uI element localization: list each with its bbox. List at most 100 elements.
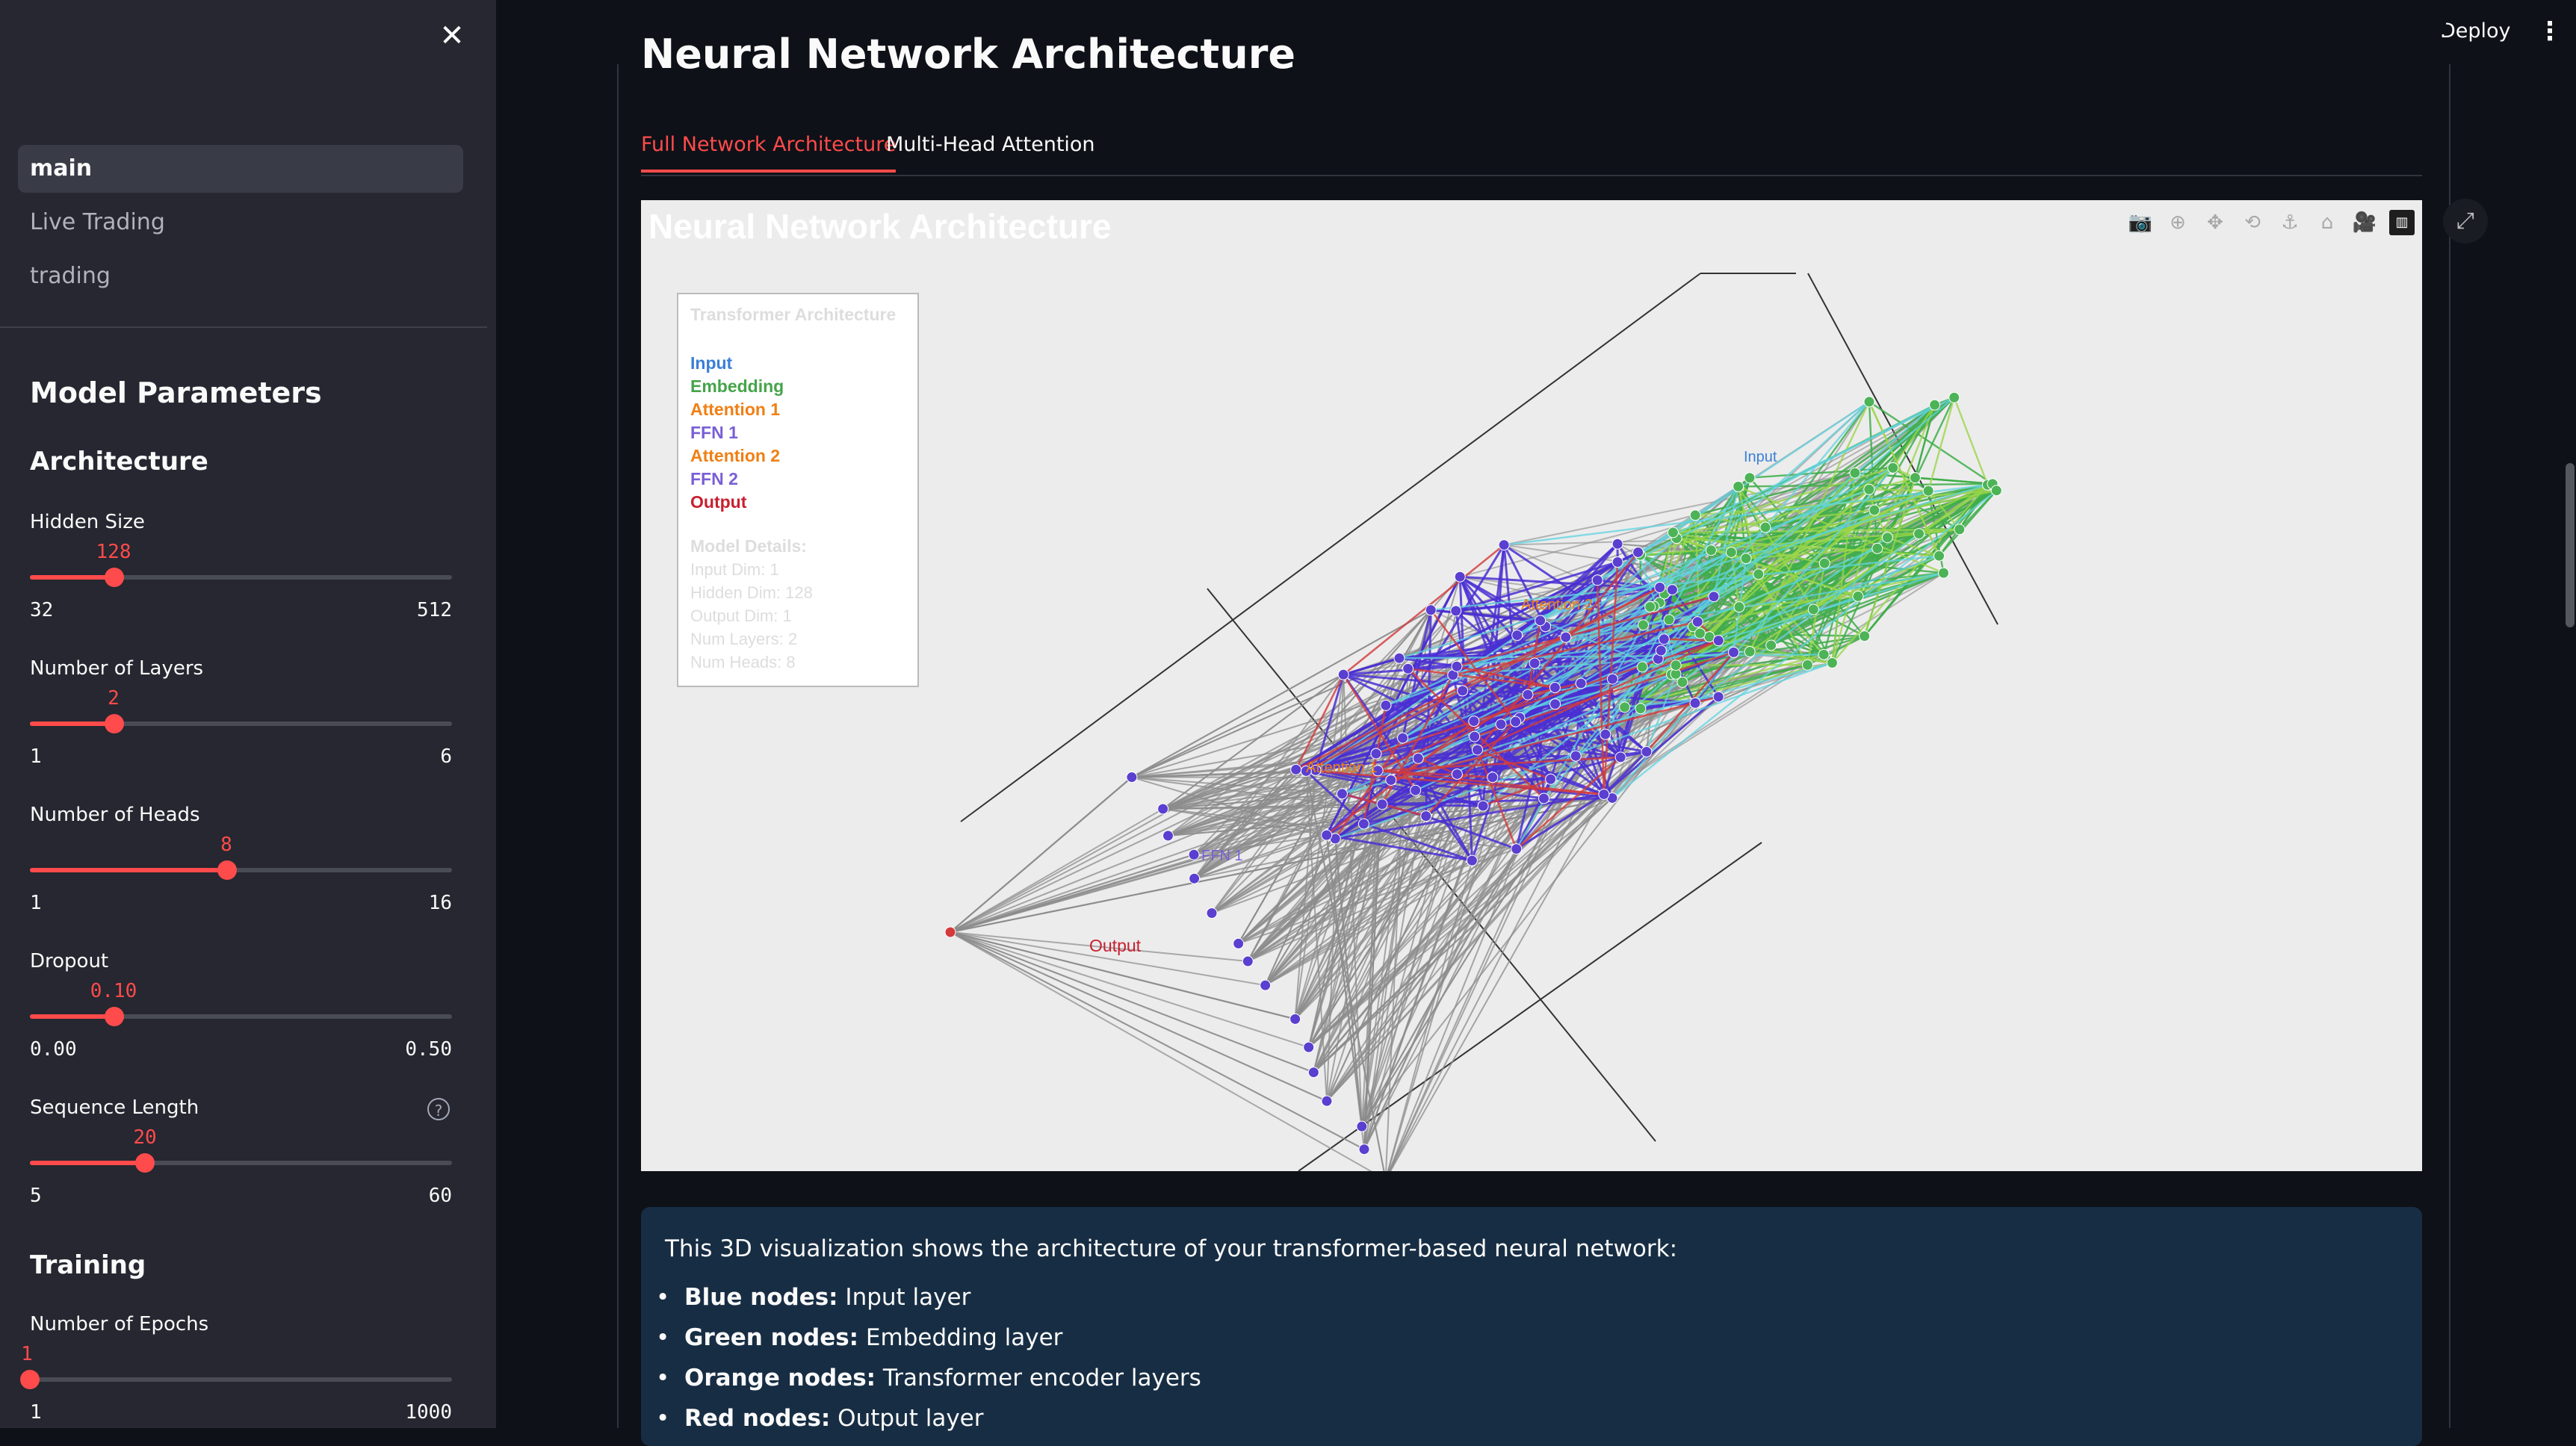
network-node[interactable] (1923, 485, 1933, 496)
network-node[interactable] (1656, 645, 1666, 656)
network-node[interactable] (1633, 547, 1644, 557)
network-node[interactable] (1381, 700, 1391, 710)
network-node[interactable] (1612, 556, 1623, 567)
legend-item[interactable]: Embedding (690, 375, 905, 398)
network-node[interactable] (1664, 615, 1674, 625)
help-icon[interactable]: ? (427, 1098, 450, 1120)
network-node[interactable] (1386, 775, 1396, 785)
legend-item[interactable]: Attention 2 (690, 444, 905, 468)
network-node[interactable] (1529, 658, 1540, 668)
nav-item-live-trading[interactable]: Live Trading (18, 199, 463, 246)
dropout-slider[interactable] (30, 1014, 452, 1019)
slider-thumb[interactable] (217, 860, 237, 880)
network-node[interactable] (1864, 397, 1874, 407)
tab-full-network-architecture[interactable]: Full Network Architecture (641, 133, 896, 173)
slider-thumb[interactable] (105, 1007, 124, 1026)
network-node[interactable] (1499, 540, 1509, 550)
network-node[interactable] (1671, 660, 1681, 671)
network-node[interactable] (1358, 819, 1369, 829)
slider-thumb[interactable] (135, 1153, 155, 1173)
network-node[interactable] (1734, 602, 1744, 612)
sequence-length-slider[interactable] (30, 1161, 452, 1165)
pan-icon[interactable]: ✥ (2202, 210, 2228, 235)
hidden-size-slider[interactable] (30, 575, 452, 580)
network-node[interactable] (1869, 505, 1880, 515)
network-node[interactable] (1403, 663, 1414, 674)
orbit-rotation-icon[interactable]: ⟲ (2240, 210, 2265, 235)
network-node[interactable] (1741, 553, 1751, 564)
plotly-logo-icon[interactable]: ▥ (2389, 210, 2415, 235)
network-node[interactable] (1934, 550, 1945, 561)
network-node[interactable] (1242, 956, 1253, 966)
network-node[interactable] (1713, 636, 1724, 646)
network-node[interactable] (1612, 539, 1623, 549)
network-node[interactable] (1338, 669, 1349, 680)
network-node[interactable] (1478, 801, 1488, 811)
network-node[interactable] (1949, 392, 1960, 403)
network-node[interactable] (1371, 748, 1381, 759)
network-node[interactable] (1561, 632, 1571, 642)
network-node[interactable] (1290, 1014, 1301, 1024)
legend-item[interactable]: Attention 1 (690, 398, 905, 421)
network-node[interactable] (1802, 660, 1812, 670)
network-node[interactable] (1470, 731, 1480, 742)
network-node[interactable] (1377, 799, 1387, 810)
network-node[interactable] (1819, 558, 1830, 568)
network-node[interactable] (1914, 529, 1925, 539)
network-node[interactable] (1668, 527, 1678, 538)
network-node[interactable] (1189, 849, 1199, 860)
reset-camera-icon[interactable]: ⌂ (2315, 210, 2340, 235)
network-node[interactable] (1690, 510, 1700, 521)
network-node[interactable] (1692, 617, 1703, 627)
network-node[interactable] (1615, 752, 1626, 763)
network-node[interactable] (1733, 481, 1744, 491)
network-node[interactable] (1425, 605, 1436, 615)
network-node[interactable] (1728, 647, 1739, 657)
tab-multi-head-attention[interactable]: Multi-Head Attention (886, 133, 1095, 170)
network-node[interactable] (945, 927, 956, 937)
network-node[interactable] (1706, 545, 1716, 556)
network-node[interactable] (1538, 793, 1549, 804)
network-node[interactable] (1570, 751, 1581, 761)
network-node[interactable] (1512, 630, 1523, 640)
network-node[interactable] (1550, 699, 1561, 710)
network-node[interactable] (1592, 575, 1603, 586)
main-menu-icon[interactable]: ⋮ (2537, 16, 2563, 46)
network-node[interactable] (1744, 647, 1755, 657)
network-node[interactable] (1753, 569, 1764, 580)
slider-thumb[interactable] (105, 714, 124, 733)
nav-item-main[interactable]: main (18, 145, 463, 193)
network-node[interactable] (1607, 674, 1617, 684)
network-node[interactable] (1394, 653, 1405, 663)
legend-item[interactable]: Output (690, 491, 905, 514)
network-node[interactable] (1308, 1067, 1319, 1078)
network-node[interactable] (1655, 582, 1665, 592)
network-node[interactable] (1930, 400, 1940, 410)
legend-item[interactable]: FFN 2 (690, 468, 905, 491)
network-node[interactable] (1635, 704, 1646, 714)
deploy-button[interactable]: Deploy (2440, 19, 2511, 43)
network-node[interactable] (1337, 789, 1347, 799)
zoom-icon[interactable]: ⊕ (2165, 210, 2190, 235)
network-node[interactable] (1882, 533, 1892, 543)
num-layers-slider[interactable] (30, 722, 452, 726)
network-node[interactable] (1158, 804, 1168, 814)
network-node[interactable] (1233, 938, 1244, 949)
num-epochs-slider[interactable] (30, 1377, 452, 1382)
turntable-rotation-icon[interactable]: ⚓ (2277, 210, 2303, 235)
network-node[interactable] (1690, 698, 1700, 708)
network-node[interactable] (1864, 484, 1874, 494)
network-node[interactable] (1954, 524, 1965, 535)
network-node[interactable] (1451, 606, 1461, 616)
network-node[interactable] (1496, 719, 1506, 730)
network-node[interactable] (1413, 753, 1423, 763)
network-node[interactable] (1467, 855, 1477, 866)
network-node[interactable] (1667, 585, 1677, 595)
network-node[interactable] (1637, 662, 1647, 672)
network-node[interactable] (1189, 873, 1200, 884)
network-node[interactable] (1421, 811, 1431, 822)
network-node[interactable] (1458, 686, 1468, 696)
network-node[interactable] (1357, 1121, 1367, 1132)
network-node[interactable] (1511, 716, 1521, 727)
legend-item[interactable]: Input (690, 352, 905, 375)
